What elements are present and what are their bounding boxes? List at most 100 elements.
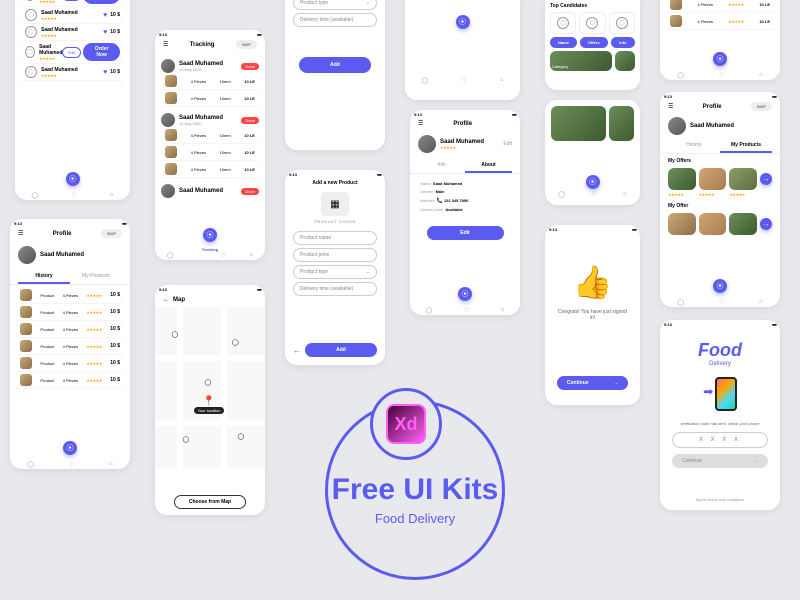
tab-products[interactable]: My Products (70, 270, 122, 284)
product-thumb[interactable] (668, 168, 696, 190)
user-icon[interactable]: ◯ (677, 299, 684, 306)
next-icon[interactable]: → (760, 173, 772, 185)
user-icon[interactable]: ◯ (32, 192, 39, 199)
code-input[interactable]: X X X X (672, 432, 768, 448)
type-select[interactable]: Product type⌄ (293, 265, 377, 279)
heart-icon[interactable]: ♥ (103, 29, 107, 36)
add-button[interactable]: Add (299, 57, 370, 73)
tab-info[interactable]: Info (418, 159, 465, 173)
product-thumb[interactable] (729, 168, 757, 190)
heart-icon[interactable]: ♡ (719, 299, 724, 306)
tab-history[interactable]: History (668, 139, 720, 153)
candidate-card[interactable] (579, 12, 605, 34)
user-icon[interactable]: ◯ (167, 252, 174, 259)
edit-link[interactable]: Edit (503, 141, 512, 147)
col: 4 Pieces (191, 150, 206, 155)
back-icon[interactable]: ← (163, 297, 169, 303)
price-input[interactable]: Product price (293, 248, 377, 262)
chevron-down-icon: ⌄ (366, 0, 370, 6)
home-icon[interactable]: ⌂ (759, 299, 763, 305)
type-select[interactable]: Product type⌄ (293, 0, 377, 10)
home-icon[interactable]: ⌂ (759, 72, 763, 78)
skip-button[interactable]: SKIP (236, 40, 257, 49)
user-icon[interactable]: ◯ (27, 461, 34, 468)
menu-icon[interactable]: ☰ (668, 103, 673, 110)
user-name: Saad Muhamed (40, 252, 84, 258)
thumb (20, 289, 32, 301)
skip-button[interactable]: SKIP (751, 102, 772, 111)
page-title: Profile (453, 121, 472, 127)
home-icon[interactable]: ⌂ (501, 307, 505, 313)
screen-success: 9:13 👍 Congrats! You have just signed in… (545, 225, 640, 405)
heart-icon[interactable]: ♡ (464, 307, 469, 314)
tab[interactable]: Info (611, 37, 635, 48)
image-placeholder-icon[interactable]: ▦ (321, 192, 349, 216)
screen-profile-history: 9:13 ☰ Profile SKIP Saad Muhamed History… (10, 219, 130, 469)
heart-icon[interactable]: ♡ (461, 77, 466, 84)
location-fab[interactable]: ⦿ (203, 228, 217, 242)
heart-icon[interactable]: ♡ (221, 252, 226, 259)
back-icon[interactable]: ← (293, 346, 301, 355)
location-fab[interactable]: ⦿ (63, 441, 77, 455)
order-now-button[interactable]: Order Now (83, 0, 120, 4)
edit-button[interactable]: Edit (62, 0, 81, 1)
product-thumb[interactable] (668, 213, 696, 235)
skip-button[interactable]: SKIP (101, 229, 122, 238)
col: 10 LE (244, 96, 255, 101)
heart-icon[interactable]: ♥ (103, 12, 107, 19)
col: 10 LE (244, 133, 255, 138)
tab-products[interactable]: My Products (720, 139, 772, 153)
product-thumb[interactable] (699, 168, 727, 190)
location-fab[interactable]: ⦿ (586, 175, 600, 189)
user-icon[interactable]: ◯ (677, 72, 684, 79)
home-icon[interactable]: ⌂ (109, 461, 113, 467)
chevron-down-icon: ⌄ (366, 269, 370, 275)
tab-about[interactable]: About (465, 159, 512, 173)
candidate-card[interactable] (550, 12, 576, 34)
location-fab[interactable]: ⦿ (458, 287, 472, 301)
home-icon[interactable]: ⌂ (110, 192, 114, 198)
col: 10mm (220, 150, 231, 155)
menu-icon[interactable]: ☰ (163, 41, 168, 48)
heart-icon[interactable]: ♥ (103, 69, 107, 76)
user-icon[interactable]: ◯ (558, 191, 565, 198)
location-fab[interactable]: ⦿ (456, 15, 470, 29)
tab[interactable]: Name (550, 37, 577, 48)
location-fab[interactable]: ⦿ (66, 172, 80, 186)
continue-button[interactable]: Continue→ (672, 454, 768, 468)
order-now-button[interactable]: Order Now (83, 43, 120, 61)
map[interactable]: ◯ ◯ ◯ ◯ ◯ 📍 Your location (155, 307, 265, 468)
heart-icon[interactable]: ♡ (69, 461, 74, 468)
add-button[interactable]: Add (305, 343, 377, 357)
candidate-card[interactable] (609, 12, 635, 34)
heart-icon[interactable]: ♡ (719, 72, 724, 79)
terms-link[interactable]: Agree terms and conditions (660, 497, 780, 502)
delivery-input[interactable]: Delivery time (available) (293, 282, 377, 296)
edit-button[interactable]: Edit (62, 47, 81, 58)
choose-map-button[interactable]: Choose from Map (174, 495, 246, 509)
clock: 9:13 (159, 287, 167, 292)
name-input[interactable]: Product name (293, 231, 377, 245)
screen-map: 9:13 ← Map ◯ ◯ ◯ ◯ ◯ 📍 Your location Cho… (155, 285, 265, 515)
tab-history[interactable]: History (18, 270, 70, 284)
delivery-input[interactable]: Delivery time (available) (293, 13, 377, 27)
user-icon[interactable]: ◯ (426, 307, 433, 314)
edit-button[interactable]: Edit (427, 226, 504, 240)
home-icon[interactable]: ⌂ (623, 191, 627, 197)
history-row: Product4 Pieces★★★★★10 $ (16, 321, 124, 338)
continue-button[interactable]: Continue→ (557, 376, 628, 390)
tab[interactable]: Offers (580, 37, 608, 48)
menu-icon[interactable]: ☰ (18, 230, 23, 237)
next-icon[interactable]: → (760, 218, 772, 230)
home-icon[interactable]: ⌂ (250, 252, 254, 258)
location-fab[interactable]: ⦿ (713, 279, 727, 293)
product-thumb[interactable] (729, 213, 757, 235)
heart-icon[interactable]: ♡ (71, 192, 76, 199)
product-thumb[interactable] (699, 213, 727, 235)
user-icon[interactable]: ◯ (422, 77, 429, 84)
location-fab[interactable]: ⦿ (713, 52, 727, 66)
menu-icon[interactable]: ☰ (418, 120, 423, 127)
home-icon[interactable]: ⌂ (500, 77, 504, 83)
candidate-row: Saad Muhamed ★★★★★ ♥ 10 $ (21, 24, 124, 41)
heart-icon[interactable]: ♡ (591, 191, 596, 198)
